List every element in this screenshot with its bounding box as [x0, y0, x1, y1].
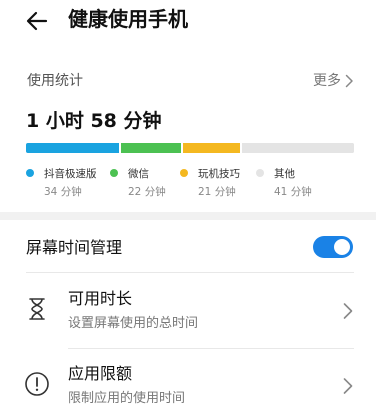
chevron-right-icon — [343, 303, 353, 319]
item-subtitle: 设置屏幕使用的总时间 — [68, 316, 199, 331]
legend-dot — [180, 169, 188, 177]
legend-app-name: 玩机技巧 — [198, 167, 240, 180]
item-title: 应用限额 — [68, 364, 133, 383]
more-label: 更多 — [313, 73, 341, 89]
screen-time-toggle[interactable] — [313, 236, 353, 258]
usage-bar — [26, 143, 354, 153]
usage-legend: 抖音极速版 34 分钟 微信 22 分钟 玩机技巧 21 分钟 其他 41 分钟 — [0, 165, 376, 205]
top-bar: 健康使用手机 — [0, 0, 376, 50]
legend-dot — [26, 169, 34, 177]
divider — [26, 272, 354, 273]
screen-time-row: 屏幕时间管理 — [0, 220, 376, 274]
item-title: 可用时长 — [68, 289, 133, 308]
available-duration-item[interactable]: 可用时长 设置屏幕使用的总时间 — [0, 275, 376, 349]
legend-item: 抖音极速版 34 分钟 — [26, 165, 97, 199]
legend-app-name: 抖音极速版 — [44, 167, 97, 180]
divider — [68, 348, 354, 349]
legend-app-name: 其他 — [274, 167, 295, 180]
page-title: 健康使用手机 — [68, 7, 188, 31]
screen-time-card: 屏幕时间管理 可用时长 设置屏幕使用的总时间 应用限额 限制应用的使用时间 — [0, 220, 376, 406]
legend-item: 微信 22 分钟 — [110, 165, 166, 199]
screen-time-label: 屏幕时间管理 — [26, 238, 123, 257]
app-limit-item[interactable]: 应用限额 限制应用的使用时间 — [0, 350, 376, 406]
legend-item: 玩机技巧 21 分钟 — [180, 165, 240, 199]
item-subtitle: 限制应用的使用时间 — [68, 391, 186, 406]
alert-circle-icon — [25, 372, 49, 396]
more-button[interactable]: 更多 — [313, 70, 354, 92]
toggle-knob — [334, 239, 350, 255]
usage-section-label: 使用统计 — [27, 73, 83, 89]
legend-item: 其他 41 分钟 — [256, 165, 312, 199]
arrow-left-icon — [26, 11, 48, 31]
back-button[interactable] — [22, 6, 52, 36]
usage-bar-segment — [26, 143, 119, 153]
usage-card: 使用统计 更多 1 小时 58 分钟 抖音极速版 34 分钟 微信 22 分钟 — [0, 50, 376, 212]
usage-bar-segment — [120, 143, 181, 153]
legend-app-time: 34 分钟 — [44, 186, 82, 198]
legend-app-time: 41 分钟 — [274, 186, 312, 198]
legend-app-name: 微信 — [128, 167, 149, 180]
legend-app-time: 21 分钟 — [198, 186, 236, 198]
legend-dot — [256, 169, 264, 177]
legend-dot — [110, 169, 118, 177]
hourglass-icon — [29, 298, 45, 320]
total-usage-time: 1 小时 58 分钟 — [26, 110, 162, 132]
chevron-right-icon — [345, 74, 353, 88]
usage-bar-segment — [182, 143, 241, 153]
chevron-right-icon — [343, 378, 353, 394]
legend-app-time: 22 分钟 — [128, 186, 166, 198]
usage-bar-segment — [242, 143, 354, 153]
